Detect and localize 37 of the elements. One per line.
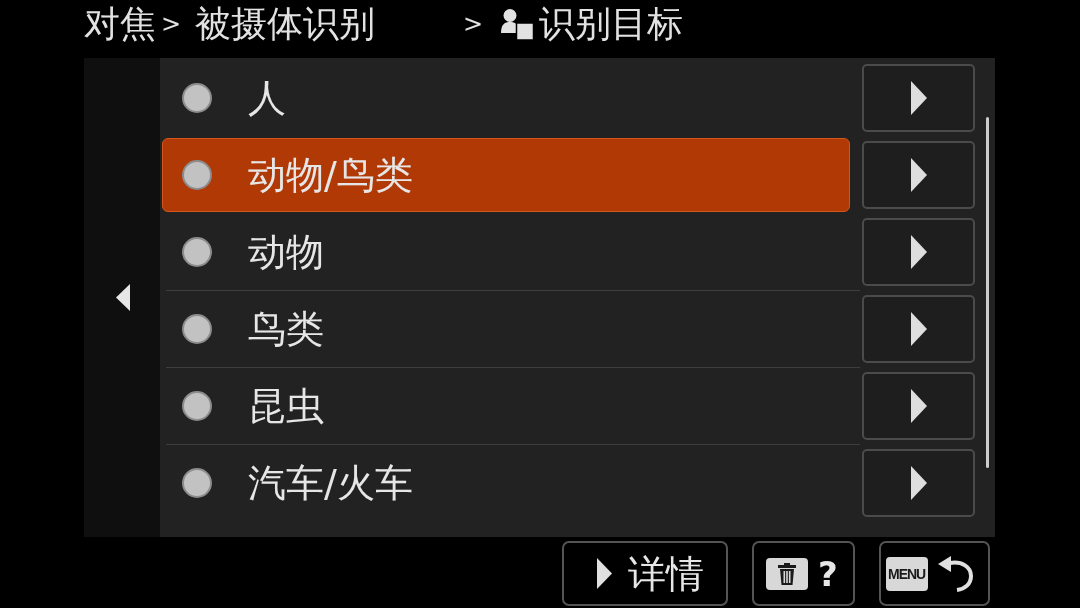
radio-dot-icon — [182, 160, 212, 190]
radio-dot-icon — [182, 83, 212, 113]
radio-dot-icon — [182, 468, 212, 498]
right-triangle-icon — [910, 389, 927, 423]
person-square-icon — [501, 8, 535, 40]
right-triangle-icon — [910, 235, 927, 269]
delete-help-button[interactable]: ? — [752, 541, 855, 606]
submenu-button[interactable] — [862, 218, 975, 286]
list-item[interactable]: 动物/鸟类 — [162, 138, 850, 212]
list-item[interactable]: 汽车/火车 — [162, 446, 850, 520]
list-item[interactable]: 人 — [162, 61, 850, 135]
return-arrow-icon — [938, 555, 975, 592]
breadcrumb-current: 识别目标 — [539, 6, 684, 42]
list-item[interactable]: 动物 — [162, 215, 850, 289]
submenu-button[interactable] — [862, 449, 975, 517]
menu-back-button[interactable]: MENU — [879, 541, 990, 606]
left-triangle-icon[interactable] — [116, 284, 130, 311]
radio-dot-icon — [182, 237, 212, 267]
list-item[interactable]: 昆虫 — [162, 369, 850, 443]
right-triangle-icon — [910, 312, 927, 346]
breadcrumb-item[interactable]: 被摄体识别 — [195, 6, 376, 42]
submenu-button[interactable] — [862, 372, 975, 440]
right-triangle-icon — [910, 81, 927, 115]
right-triangle-icon — [910, 466, 927, 500]
right-triangle-icon — [910, 158, 927, 192]
radio-dot-icon — [182, 314, 212, 344]
right-triangle-icon — [597, 558, 612, 589]
details-button[interactable]: 详情 — [562, 541, 728, 606]
breadcrumb-item[interactable]: 对焦 — [84, 6, 156, 42]
trash-icon — [766, 557, 808, 590]
radio-dot-icon — [182, 391, 212, 421]
list-item[interactable]: 鸟类 — [162, 292, 850, 366]
submenu-button[interactable] — [862, 64, 975, 132]
submenu-button[interactable] — [862, 141, 975, 209]
submenu-button[interactable] — [862, 295, 975, 363]
breadcrumb-separator: > — [161, 12, 182, 36]
breadcrumb-separator: > — [463, 12, 484, 36]
